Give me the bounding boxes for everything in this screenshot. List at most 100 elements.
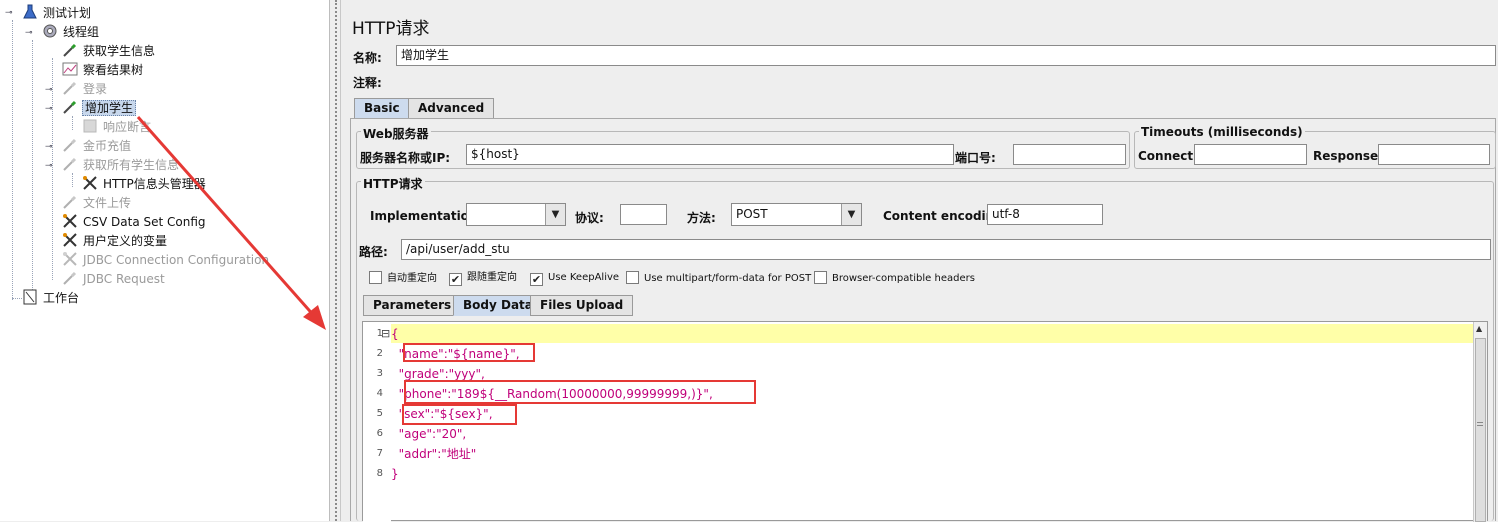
tree-item-response-assertion[interactable]: 响应断言 (82, 118, 152, 137)
tree-item-label: HTTP信息头管理器 (103, 177, 206, 191)
tree-item-csv-data-set[interactable]: CSV Data Set Config (62, 213, 207, 232)
check-icon: ✔ (449, 273, 462, 286)
line-number: 7 (376, 448, 383, 459)
comment-label: 注释: (353, 76, 382, 90)
pipette-icon (63, 271, 77, 285)
wrench-icon (63, 214, 77, 228)
server-field[interactable]: ${host} (466, 144, 954, 165)
tree-item-coin-recharge[interactable]: 金币充值 (62, 137, 132, 156)
tree-item-thread-group[interactable]: 线程组 (42, 23, 100, 42)
checkbox-label: 自动重定向 (387, 273, 437, 284)
tab-basic[interactable]: Basic (354, 98, 410, 119)
checkbox-label: Use multipart/form-data for POST (644, 273, 812, 284)
implementation-select[interactable]: ▼ (466, 203, 566, 226)
content-encoding-field[interactable]: utf-8 (987, 204, 1103, 225)
tree-item-test-plan[interactable]: 测试计划 (22, 4, 92, 23)
tree-line (72, 173, 73, 187)
chevron-down-icon[interactable]: ▼ (545, 204, 565, 225)
line-number-gutter: 1 ⊟ 2 3 4 5 6 7 8 (363, 322, 391, 522)
flask-icon (23, 4, 37, 19)
tree-item-file-upload[interactable]: 文件上传 (62, 194, 132, 213)
expand-handle[interactable]: ⊸ (45, 161, 53, 171)
gear-icon (43, 24, 57, 38)
checkbox-label: Browser-compatible headers (832, 273, 975, 284)
tree-item-jdbc-connection[interactable]: JDBC Connection Configuration (62, 251, 270, 270)
method-value: POST (736, 207, 768, 221)
line-number: 8 (376, 468, 383, 479)
scroll-up-icon[interactable]: ▲ (1476, 324, 1482, 333)
name-field[interactable]: 增加学生 (396, 45, 1496, 66)
tree-item-label: 增加学生 (82, 100, 137, 116)
path-label: 路径: (359, 245, 388, 259)
checkbox-box (369, 271, 382, 284)
tree-item-get-student[interactable]: 获取学生信息 (62, 42, 156, 61)
collapse-handle[interactable]: ⊸ (45, 142, 53, 152)
tree-item-label: 察看结果树 (83, 63, 144, 77)
tree-item-login[interactable]: 登录 (62, 80, 108, 99)
response-label: Response: (1313, 149, 1383, 163)
current-line-highlight (391, 324, 1474, 343)
checkbox-auto-redirect[interactable]: 自动重定向 (369, 271, 437, 285)
tab-advanced[interactable]: Advanced (408, 98, 495, 119)
tree-item-label: 登录 (83, 82, 108, 96)
editor-vertical-scrollbar[interactable]: ▲ (1473, 322, 1487, 522)
pipette-icon (63, 157, 77, 171)
checkbox-box (626, 271, 639, 284)
tree-item-label: 金币充值 (83, 139, 132, 153)
checkbox-browser-headers[interactable]: Browser-compatible headers (814, 271, 975, 285)
tree-item-add-student[interactable]: 增加学生 (62, 99, 137, 118)
collapse-handle[interactable]: ⊸ (45, 85, 53, 95)
body-data-editor[interactable]: 1 ⊟ 2 3 4 5 6 7 8 { "name":"${name}", "g… (362, 321, 1488, 522)
line-number: 2 (376, 348, 383, 359)
pipette-icon (63, 195, 77, 209)
method-select[interactable]: POST ▼ (731, 203, 862, 226)
tree-item-jdbc-request[interactable]: JDBC Request (62, 270, 166, 289)
code-line: } (391, 467, 399, 481)
checkbox-label: Use KeepAlive (548, 272, 620, 283)
checkbox-follow-redirects[interactable]: ✔ 跟随重定向 (449, 271, 517, 286)
tab-parameters[interactable]: Parameters (363, 295, 462, 316)
http-request-legend: HTTP请求 (361, 175, 425, 192)
tree-item-view-results-tree[interactable]: 察看结果树 (62, 61, 144, 80)
check-icon: ✔ (530, 273, 543, 286)
http-request-panel: HTTP请求 名称: 增加学生 注释: Basic Advanced Web服务… (342, 0, 1498, 522)
checkbox-multipart[interactable]: Use multipart/form-data for POST (626, 271, 811, 285)
checkbox-keepalive[interactable]: ✔ Use KeepAlive (530, 271, 620, 286)
tree-line (32, 40, 33, 290)
protocol-label: 协议: (575, 211, 604, 225)
expand-handle[interactable]: ⊸ (5, 8, 13, 18)
expand-handle[interactable]: ⊸ (25, 28, 33, 38)
tree-item-workbench[interactable]: 工作台 (22, 289, 80, 308)
name-label: 名称: (353, 51, 382, 65)
method-label: 方法: (687, 211, 716, 225)
connect-timeout-field[interactable] (1194, 144, 1307, 165)
port-field[interactable] (1013, 144, 1126, 165)
connect-label: Connect: (1138, 149, 1198, 163)
pipette-icon (63, 138, 77, 152)
protocol-field[interactable] (620, 204, 667, 225)
tab-files-upload[interactable]: Files Upload (530, 295, 634, 316)
tree-item-label: JDBC Request (83, 272, 165, 286)
scrollbar-thumb[interactable] (1475, 338, 1486, 522)
pipette-icon (63, 81, 77, 95)
line-number: 3 (376, 368, 383, 379)
response-timeout-field[interactable] (1378, 144, 1490, 165)
assertion-icon (83, 119, 97, 133)
tree-line (12, 20, 13, 300)
tree-line (72, 116, 73, 130)
tree-item-user-defined-variables[interactable]: 用户定义的变量 (62, 232, 168, 251)
wrench-icon (83, 176, 97, 190)
tree-item-get-all-students[interactable]: 获取所有学生信息 (62, 156, 180, 175)
split-pane-divider[interactable] (331, 0, 341, 521)
expand-handle[interactable]: ⊸ (45, 104, 53, 114)
highlight-box (402, 404, 517, 425)
port-label: 端口号: (955, 151, 996, 165)
line-number: 5 (376, 408, 383, 419)
fold-icon[interactable]: ⊟ (381, 324, 390, 344)
checkbox-box (814, 271, 827, 284)
path-field[interactable]: /api/user/add_stu (401, 239, 1491, 260)
comment-field[interactable] (394, 70, 1496, 91)
tree-item-header-manager[interactable]: HTTP信息头管理器 (82, 175, 207, 194)
chevron-down-icon[interactable]: ▼ (841, 204, 861, 225)
wrench-icon (63, 233, 77, 247)
